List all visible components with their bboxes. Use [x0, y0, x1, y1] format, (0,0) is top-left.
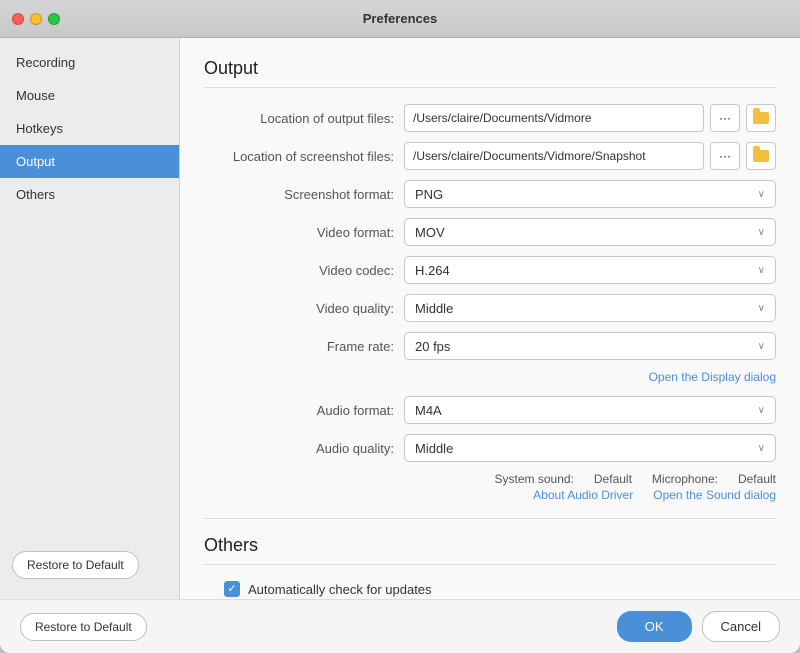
- chevron-down-icon: ∨: [758, 405, 765, 416]
- footer-restore-default-button[interactable]: Restore to Default: [20, 613, 147, 641]
- open-sound-dialog-link[interactable]: Open the Sound dialog: [653, 488, 776, 502]
- audio-quality-row: Audio quality: Middle ∨: [204, 434, 776, 462]
- audio-format-dropdown[interactable]: M4A ∨: [404, 396, 776, 424]
- video-quality-row: Video quality: Middle ∨: [204, 294, 776, 322]
- audio-format-control: M4A ∨: [404, 396, 776, 424]
- system-sound-label: System sound:: [495, 472, 574, 486]
- close-button[interactable]: [12, 13, 24, 25]
- output-files-path: /Users/claire/Documents/Vidmore: [404, 104, 704, 132]
- others-section-title: Others: [204, 535, 776, 565]
- cancel-button[interactable]: Cancel: [702, 611, 780, 642]
- video-quality-dropdown[interactable]: Middle ∨: [404, 294, 776, 322]
- open-display-dialog-link[interactable]: Open the Display dialog: [649, 370, 776, 384]
- screenshot-format-control: PNG ∨: [404, 180, 776, 208]
- sidebar-item-mouse[interactable]: Mouse: [0, 79, 179, 112]
- screenshot-format-row: Screenshot format: PNG ∨: [204, 180, 776, 208]
- frame-rate-row: Frame rate: 20 fps ∨: [204, 332, 776, 360]
- video-codec-row: Video codec: H.264 ∨: [204, 256, 776, 284]
- restore-default-button[interactable]: Restore to Default: [12, 551, 139, 579]
- chevron-down-icon: ∨: [758, 341, 765, 352]
- display-dialog-row: Open the Display dialog: [204, 370, 776, 384]
- audio-info-row: System sound: Default Microphone: Defaul…: [204, 472, 776, 486]
- sidebar-item-output[interactable]: Output: [0, 145, 179, 178]
- microphone-value: Default: [738, 472, 776, 486]
- folder-icon: [753, 150, 769, 162]
- audio-links-row: About Audio Driver Open the Sound dialog: [204, 488, 776, 502]
- screenshot-format-label: Screenshot format:: [204, 187, 404, 202]
- chevron-down-icon: ∨: [758, 303, 765, 314]
- frame-rate-control: 20 fps ∨: [404, 332, 776, 360]
- video-codec-value: H.264: [415, 263, 450, 278]
- auto-update-row: ✓ Automatically check for updates: [204, 581, 776, 597]
- main-panel: Output Location of output files: /Users/…: [180, 38, 800, 599]
- footer-buttons: OK Cancel: [617, 611, 780, 642]
- preferences-window: Preferences Recording Mouse Hotkeys Outp…: [0, 0, 800, 653]
- audio-format-label: Audio format:: [204, 403, 404, 418]
- audio-format-row: Audio format: M4A ∨: [204, 396, 776, 424]
- window-title: Preferences: [363, 11, 437, 26]
- section-divider: [204, 518, 776, 519]
- screenshot-files-control: /Users/claire/Documents/Vidmore/Snapshot…: [404, 142, 776, 170]
- audio-quality-dropdown[interactable]: Middle ∨: [404, 434, 776, 462]
- titlebar-buttons: [12, 13, 60, 25]
- video-quality-value: Middle: [415, 301, 453, 316]
- chevron-down-icon: ∨: [758, 265, 765, 276]
- screenshot-files-label: Location of screenshot files:: [204, 149, 404, 164]
- sidebar-bottom: Restore to Default: [0, 539, 179, 591]
- video-format-control: MOV ∨: [404, 218, 776, 246]
- video-codec-control: H.264 ∨: [404, 256, 776, 284]
- sidebar: Recording Mouse Hotkeys Output Others Re…: [0, 38, 180, 599]
- video-format-label: Video format:: [204, 225, 404, 240]
- sidebar-item-hotkeys[interactable]: Hotkeys: [0, 112, 179, 145]
- video-format-value: MOV: [415, 225, 445, 240]
- video-format-dropdown[interactable]: MOV ∨: [404, 218, 776, 246]
- titlebar: Preferences: [0, 0, 800, 38]
- output-files-control: /Users/claire/Documents/Vidmore ···: [404, 104, 776, 132]
- output-files-dots-button[interactable]: ···: [710, 104, 740, 132]
- ok-button[interactable]: OK: [617, 611, 692, 642]
- screenshot-format-value: PNG: [415, 187, 443, 202]
- auto-update-checkbox[interactable]: ✓: [224, 581, 240, 597]
- about-audio-driver-link[interactable]: About Audio Driver: [533, 488, 633, 502]
- audio-quality-label: Audio quality:: [204, 441, 404, 456]
- sidebar-item-recording[interactable]: Recording: [0, 46, 179, 79]
- video-format-row: Video format: MOV ∨: [204, 218, 776, 246]
- output-files-label: Location of output files:: [204, 111, 404, 126]
- dots-icon: ···: [719, 149, 731, 163]
- window-content: Recording Mouse Hotkeys Output Others Re…: [0, 38, 800, 599]
- output-section-title: Output: [204, 58, 776, 88]
- system-sound-value: Default: [594, 472, 632, 486]
- output-files-row: Location of output files: /Users/claire/…: [204, 104, 776, 132]
- frame-rate-label: Frame rate:: [204, 339, 404, 354]
- screenshot-format-dropdown[interactable]: PNG ∨: [404, 180, 776, 208]
- minimize-button[interactable]: [30, 13, 42, 25]
- video-codec-label: Video codec:: [204, 263, 404, 278]
- maximize-button[interactable]: [48, 13, 60, 25]
- frame-rate-dropdown[interactable]: 20 fps ∨: [404, 332, 776, 360]
- audio-quality-value: Middle: [415, 441, 453, 456]
- frame-rate-value: 20 fps: [415, 339, 450, 354]
- screenshot-files-row: Location of screenshot files: /Users/cla…: [204, 142, 776, 170]
- screenshot-files-dots-button[interactable]: ···: [710, 142, 740, 170]
- screenshot-files-folder-button[interactable]: [746, 142, 776, 170]
- screenshot-files-path: /Users/claire/Documents/Vidmore/Snapshot: [404, 142, 704, 170]
- auto-update-label: Automatically check for updates: [248, 582, 432, 597]
- audio-format-value: M4A: [415, 403, 442, 418]
- video-quality-control: Middle ∨: [404, 294, 776, 322]
- microphone-label: Microphone:: [652, 472, 718, 486]
- output-files-folder-button[interactable]: [746, 104, 776, 132]
- sidebar-item-others[interactable]: Others: [0, 178, 179, 211]
- chevron-down-icon: ∨: [758, 227, 765, 238]
- checkmark-icon: ✓: [227, 584, 236, 595]
- audio-quality-control: Middle ∨: [404, 434, 776, 462]
- video-codec-dropdown[interactable]: H.264 ∨: [404, 256, 776, 284]
- folder-icon: [753, 112, 769, 124]
- chevron-down-icon: ∨: [758, 189, 765, 200]
- video-quality-label: Video quality:: [204, 301, 404, 316]
- footer: Restore to Default OK Cancel: [0, 599, 800, 653]
- chevron-down-icon: ∨: [758, 443, 765, 454]
- dots-icon: ···: [719, 111, 731, 125]
